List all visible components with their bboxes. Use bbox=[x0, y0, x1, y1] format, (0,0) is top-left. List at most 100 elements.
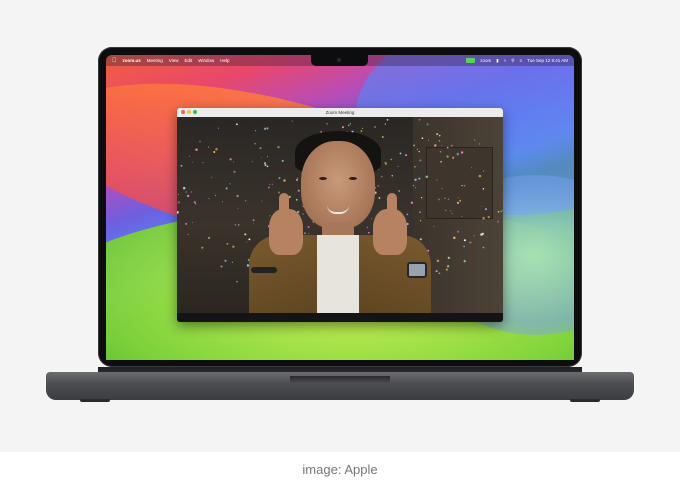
sparkle bbox=[438, 134, 441, 137]
sparkle bbox=[463, 245, 465, 248]
sparkle bbox=[264, 164, 267, 167]
sparkle bbox=[404, 154, 408, 157]
sparkle bbox=[413, 144, 416, 147]
sparkle bbox=[349, 123, 352, 125]
menu-app-name[interactable]: zoom.us bbox=[123, 58, 141, 63]
menu-item-help[interactable]: Help bbox=[220, 58, 229, 63]
sparkle bbox=[428, 139, 430, 141]
sparkle bbox=[208, 197, 210, 200]
sparkle bbox=[237, 207, 239, 209]
shirt bbox=[317, 235, 359, 313]
sparkle bbox=[410, 201, 414, 204]
sparkle bbox=[447, 198, 450, 200]
search-icon[interactable]: ⚲ bbox=[511, 58, 514, 64]
sparkle bbox=[233, 170, 236, 173]
status-zoom[interactable]: zoom bbox=[480, 58, 491, 63]
menubar-clock[interactable]: Tue Sep 12 9:41 AM bbox=[527, 58, 568, 63]
sparkle bbox=[193, 201, 196, 204]
sparkle bbox=[266, 156, 268, 158]
sparkle bbox=[226, 242, 229, 245]
sparkle bbox=[278, 191, 280, 194]
left-hand bbox=[269, 209, 303, 255]
sparkle bbox=[233, 161, 235, 163]
sparkle bbox=[444, 197, 446, 200]
right-thumb-up bbox=[387, 193, 397, 215]
battery-icon[interactable]: ▮ bbox=[496, 58, 498, 64]
sparkle bbox=[416, 148, 419, 151]
sparkle bbox=[420, 197, 423, 199]
menu-item-window[interactable]: Window bbox=[198, 58, 214, 63]
right-eye bbox=[349, 177, 357, 180]
sparkle bbox=[419, 238, 422, 241]
sparkle bbox=[232, 245, 235, 248]
menu-item-meeting[interactable]: Meeting bbox=[147, 58, 163, 63]
control-center-icon[interactable]: ≡ bbox=[519, 58, 522, 63]
sparkle bbox=[361, 127, 364, 129]
wifi-icon[interactable]: ≈ bbox=[504, 58, 506, 63]
sparkle bbox=[463, 260, 466, 263]
sparkle bbox=[414, 178, 417, 181]
sparkle bbox=[307, 226, 310, 228]
camera-notch bbox=[311, 55, 368, 66]
sparkle bbox=[398, 190, 401, 192]
sparkle bbox=[201, 246, 204, 249]
sparkle bbox=[180, 164, 183, 167]
zoom-meeting-window[interactable]: Zoom Meeting bbox=[177, 108, 503, 322]
sparkle bbox=[473, 235, 475, 237]
sparkle bbox=[255, 130, 257, 132]
sparkle bbox=[421, 137, 424, 140]
sparkle bbox=[208, 146, 210, 148]
sparkle bbox=[244, 199, 247, 202]
sparkle bbox=[266, 165, 269, 168]
sparkle bbox=[479, 143, 481, 145]
minimize-button[interactable] bbox=[187, 110, 191, 114]
window-titlebar[interactable]: Zoom Meeting bbox=[177, 108, 503, 117]
zoom-controls-bar[interactable] bbox=[177, 313, 503, 322]
menu-item-view[interactable]: View bbox=[169, 58, 179, 63]
sparkle bbox=[456, 152, 460, 156]
bracelet bbox=[251, 267, 277, 273]
sparkle bbox=[277, 146, 280, 149]
sparkle bbox=[234, 224, 237, 226]
sparkle bbox=[456, 201, 460, 205]
sparkle bbox=[438, 198, 440, 201]
sparkle bbox=[463, 239, 466, 242]
sparkle bbox=[217, 127, 219, 129]
sparkle bbox=[222, 201, 224, 203]
sparkle bbox=[414, 165, 416, 168]
sparkle bbox=[482, 246, 485, 249]
sparkle bbox=[271, 183, 274, 185]
close-button[interactable] bbox=[181, 110, 185, 114]
sparkle bbox=[418, 177, 421, 180]
sparkle bbox=[199, 140, 201, 143]
sparkle bbox=[246, 241, 248, 243]
sparkle bbox=[439, 150, 442, 153]
video-feed bbox=[177, 117, 503, 313]
sparkle bbox=[384, 123, 386, 125]
menu-item-edit[interactable]: Edit bbox=[184, 58, 192, 63]
sparkle bbox=[186, 194, 190, 198]
maximize-button[interactable] bbox=[193, 110, 197, 114]
sparkle bbox=[207, 236, 211, 240]
sparkle bbox=[263, 127, 267, 130]
sparkle bbox=[415, 187, 417, 189]
sparkle bbox=[326, 123, 328, 125]
sparkle bbox=[446, 155, 449, 158]
sparkle bbox=[215, 147, 218, 151]
video-effects-icon[interactable] bbox=[466, 58, 476, 63]
sparkle bbox=[251, 161, 253, 163]
sparkle bbox=[481, 205, 483, 207]
left-thumb-up bbox=[279, 193, 289, 215]
sparkle bbox=[385, 163, 387, 166]
sparkle bbox=[281, 159, 284, 162]
sparkle bbox=[191, 221, 193, 223]
right-hand bbox=[373, 209, 407, 255]
sparkle bbox=[441, 145, 443, 147]
sparkle bbox=[304, 232, 306, 235]
sparkle bbox=[248, 238, 251, 241]
sparkle bbox=[295, 178, 298, 181]
sparkle bbox=[497, 220, 499, 223]
sparkle bbox=[469, 241, 472, 244]
sparkle bbox=[302, 213, 304, 215]
apple-icon[interactable]:  bbox=[112, 58, 117, 64]
